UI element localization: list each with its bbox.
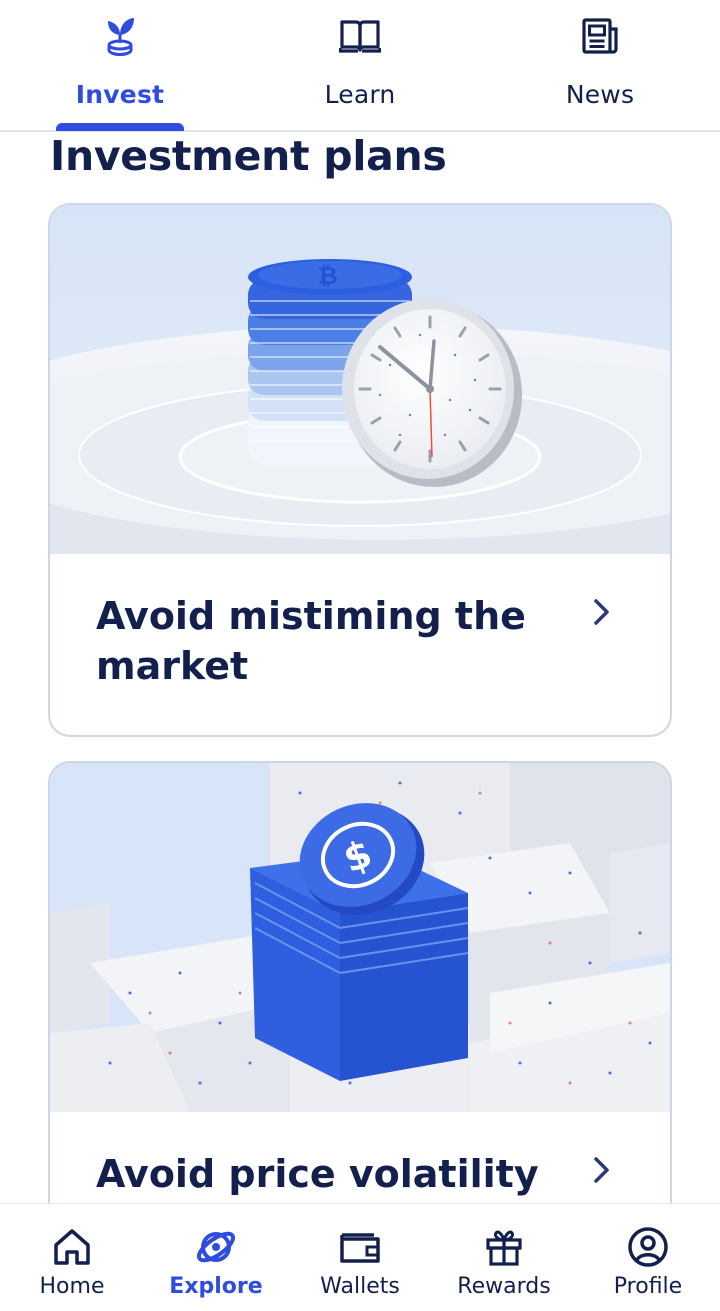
nav-rewards[interactable]: Rewards bbox=[432, 1204, 576, 1311]
coin-stack-clock-illustration: ₿ bbox=[50, 205, 670, 554]
tab-news[interactable]: News bbox=[480, 0, 720, 130]
nav-home-label: Home bbox=[39, 1274, 105, 1299]
top-tab-bar: Invest Learn News bbox=[0, 0, 720, 132]
card-title: Avoid mistiming the market bbox=[96, 594, 526, 688]
usdc-coin-blocks-illustration: $ bbox=[50, 763, 670, 1112]
nav-explore[interactable]: Explore bbox=[144, 1204, 288, 1311]
nav-wallets-label: Wallets bbox=[320, 1274, 400, 1299]
nav-profile-label: Profile bbox=[613, 1274, 683, 1299]
nav-profile[interactable]: Profile bbox=[576, 1204, 720, 1311]
tab-news-label: News bbox=[565, 80, 635, 109]
bottom-navigation: Home Explore Wallets Rewards Profile bbox=[0, 1203, 720, 1311]
card-title: Avoid price volatility bbox=[96, 1152, 539, 1196]
app-screen: Invest Learn News Investment plans ₿ Avo… bbox=[0, 0, 720, 1311]
nav-rewards-label: Rewards bbox=[457, 1274, 551, 1299]
chevron-right-icon bbox=[590, 1155, 614, 1185]
open-book-icon bbox=[338, 14, 382, 58]
nav-explore-label: Explore bbox=[169, 1274, 263, 1299]
active-tab-indicator bbox=[56, 123, 184, 131]
tab-learn[interactable]: Learn bbox=[240, 0, 480, 130]
investment-plan-card-mistiming[interactable]: ₿ Avoid mistiming the market bbox=[48, 203, 672, 737]
newspaper-icon bbox=[578, 14, 622, 58]
explore-icon bbox=[193, 1224, 239, 1270]
page-title: Investment plans bbox=[50, 132, 447, 180]
wallet-icon bbox=[337, 1224, 383, 1270]
tab-invest-label: Invest bbox=[75, 80, 165, 109]
chevron-right-icon bbox=[590, 597, 614, 627]
home-icon bbox=[49, 1224, 95, 1270]
tab-learn-label: Learn bbox=[324, 80, 396, 109]
tab-invest[interactable]: Invest bbox=[0, 0, 240, 130]
investment-plan-card-volatility[interactable]: $ Avoid price volatility bbox=[48, 761, 672, 1241]
nav-wallets[interactable]: Wallets bbox=[288, 1204, 432, 1311]
svg-text:₿: ₿ bbox=[318, 262, 338, 290]
gift-icon bbox=[481, 1224, 527, 1270]
profile-icon bbox=[625, 1224, 671, 1270]
seedling-coin-icon bbox=[98, 14, 142, 58]
nav-home[interactable]: Home bbox=[0, 1204, 144, 1311]
